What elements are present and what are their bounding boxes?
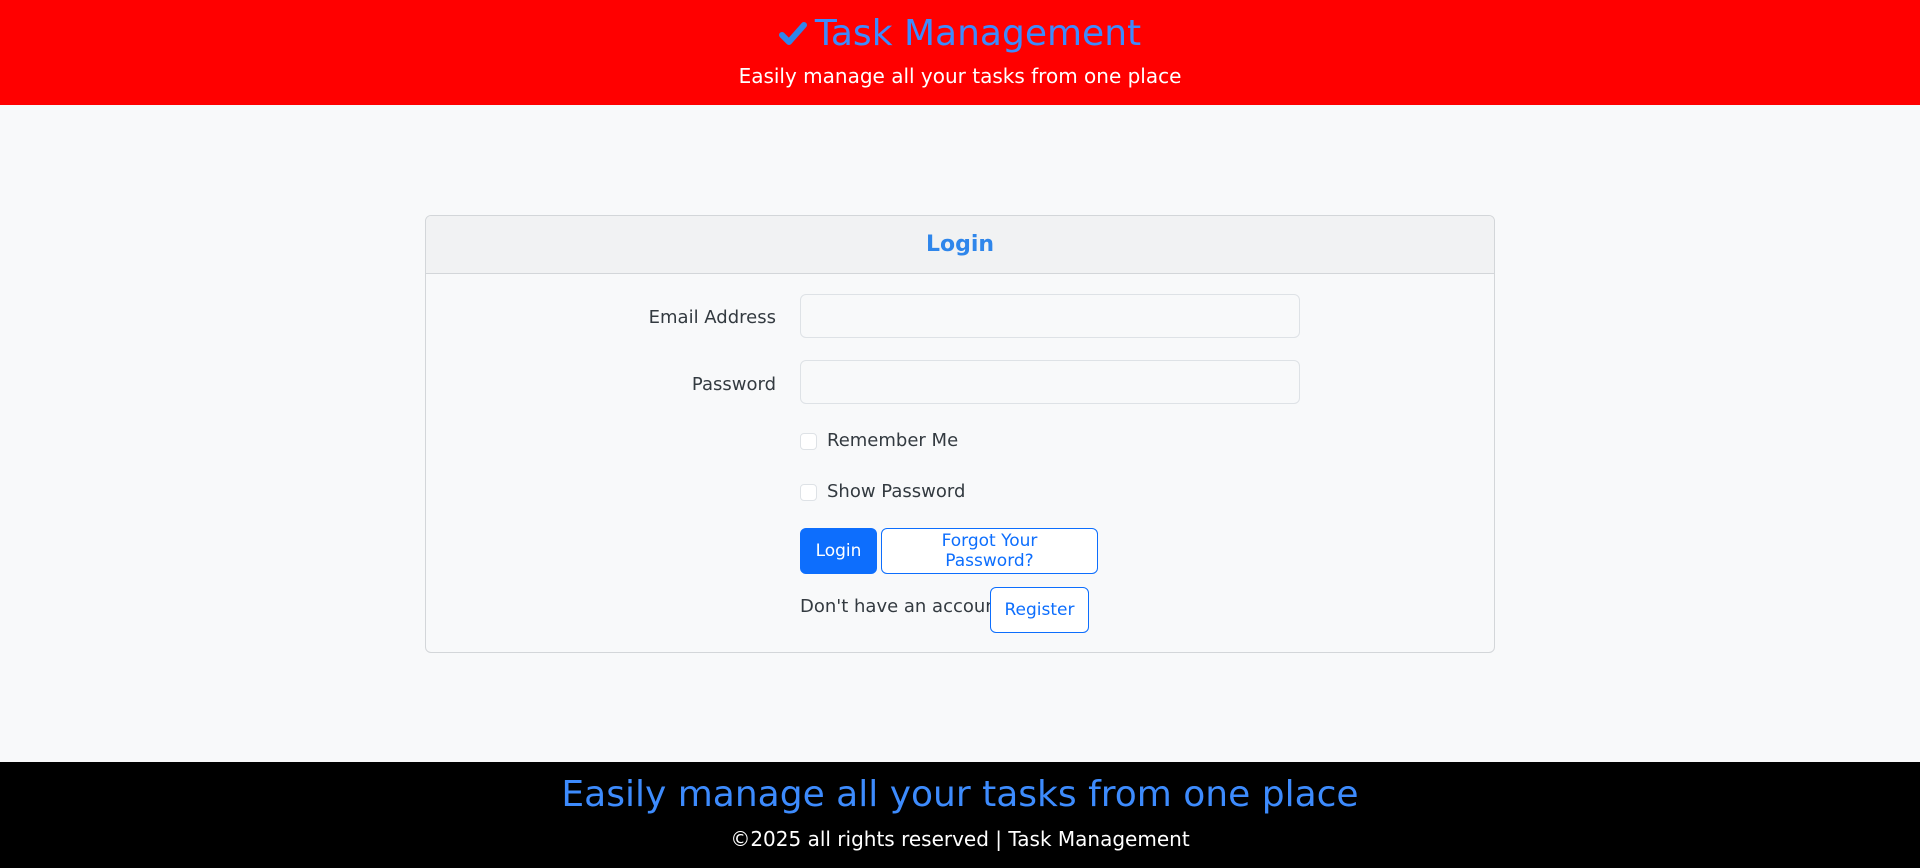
remember-me-row[interactable]: Remember Me [800,427,958,455]
footer-tagline: Easily manage all your tasks from one pl… [561,774,1359,815]
remember-me-checkbox[interactable] [800,432,817,450]
show-password-checkbox[interactable] [800,483,817,501]
login-heading: Login [925,232,995,257]
password-input[interactable] [800,360,1300,404]
show-password-row[interactable]: Show Password [800,478,965,506]
remember-me-label: Remember Me [827,430,959,451]
header-tagline: Easily manage all your tasks from one pl… [738,64,1182,88]
site-header: Task Management Easily manage all your t… [0,0,1920,105]
no-account-text: Don't have an account? [800,596,1014,617]
forgot-password-button[interactable]: Forgot Your Password? [881,528,1098,574]
brand-title: Task Management [814,13,1142,54]
email-input[interactable] [800,294,1300,338]
register-button[interactable]: Register [990,587,1089,633]
check-mark-icon [778,22,807,45]
password-label: Password [691,374,776,395]
footer-copyright: ©2025 all rights reserved | Task Managem… [730,827,1190,851]
brand: Task Management [0,12,1920,56]
login-card-header: Login [426,216,1494,274]
site-footer: Easily manage all your tasks from one pl… [0,762,1920,868]
login-card: Login Email Address Password Remember Me… [425,215,1495,653]
email-label: Email Address [648,307,776,328]
show-password-label: Show Password [827,481,966,502]
login-button[interactable]: Login [800,528,877,574]
